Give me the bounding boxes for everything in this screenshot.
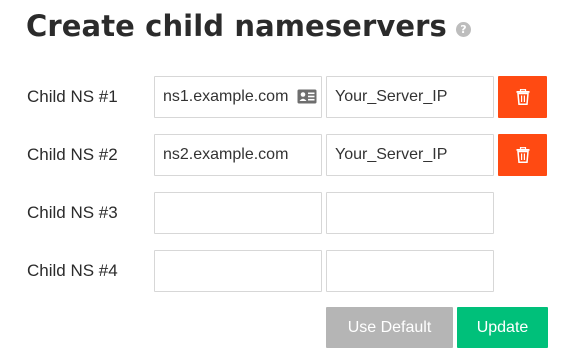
delete-button-1[interactable] <box>498 76 547 118</box>
page-title: Create child nameservers <box>26 9 447 43</box>
ip-input-4[interactable] <box>326 250 494 292</box>
trash-icon <box>516 147 529 163</box>
title-row: Create child nameservers ? <box>26 6 471 46</box>
contact-card-icon[interactable] <box>297 89 317 104</box>
child-nameservers-panel: Create child nameservers ? Child NS #1 n… <box>0 0 575 360</box>
ns-label-2: Child NS #2 <box>27 145 118 164</box>
delete-button-2[interactable] <box>498 134 547 176</box>
ip-input-1[interactable] <box>326 76 494 118</box>
ns-label-1: Child NS #1 <box>27 87 118 106</box>
trash-icon <box>516 89 529 105</box>
help-icon[interactable]: ? <box>455 21 471 37</box>
ns-label-4: Child NS #4 <box>27 261 118 280</box>
use-default-button[interactable]: Use Default <box>326 307 453 348</box>
ip-input-2[interactable] <box>326 134 494 176</box>
update-button[interactable]: Update <box>457 307 548 348</box>
ns-label-3: Child NS #3 <box>27 203 118 222</box>
ns-row-4: Child NS #4 <box>0 250 575 292</box>
hostname-input-3[interactable] <box>154 192 322 234</box>
ns-row-1: Child NS #1 <box>0 76 575 118</box>
ns-row-3: Child NS #3 <box>0 192 575 234</box>
hostname-input-4[interactable] <box>154 250 322 292</box>
hostname-input-2[interactable] <box>154 134 322 176</box>
ns-row-2: Child NS #2 <box>0 134 575 176</box>
ip-input-3[interactable] <box>326 192 494 234</box>
